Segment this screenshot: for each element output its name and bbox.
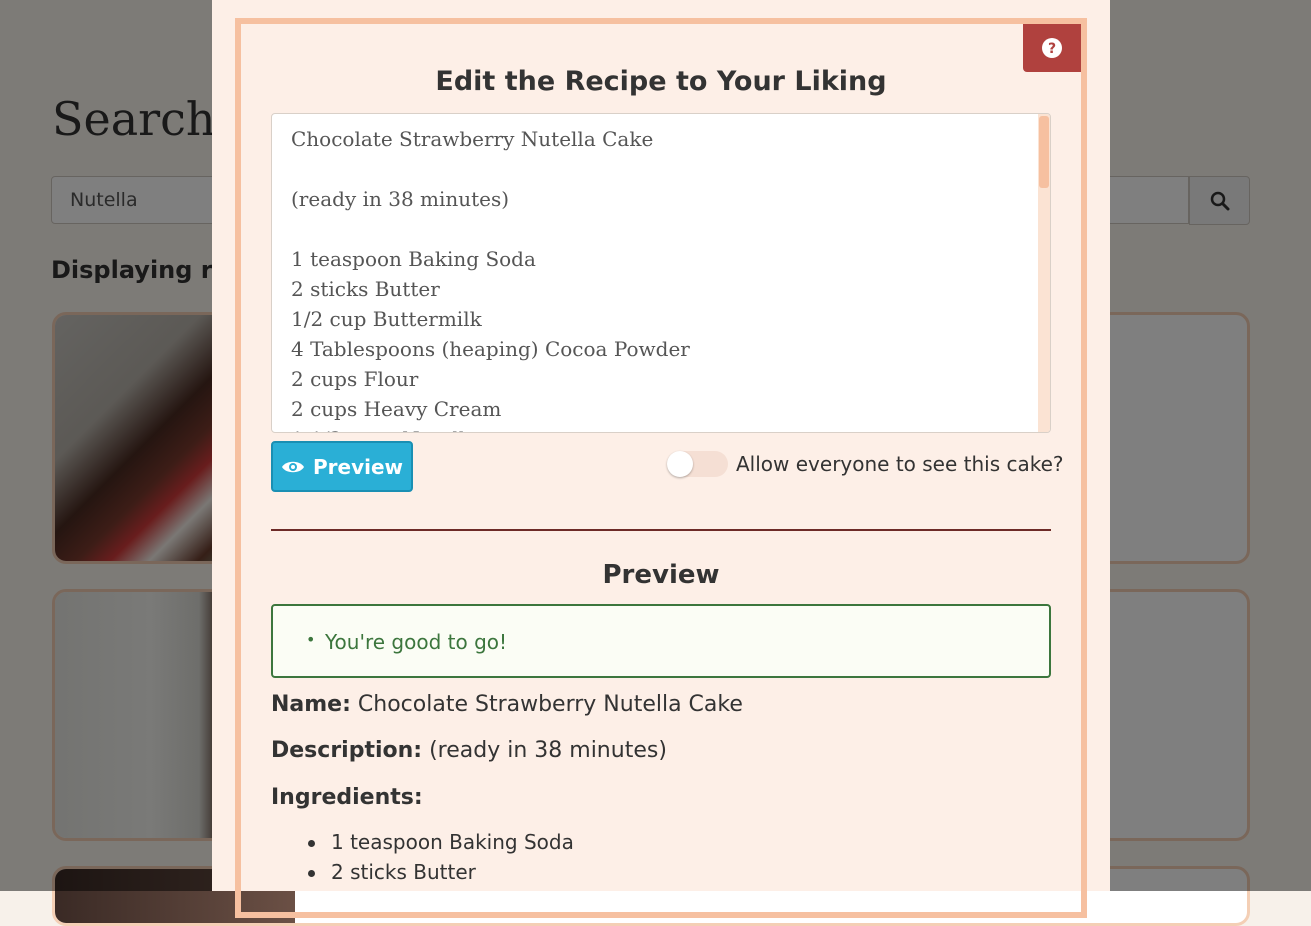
scrollbar-thumb[interactable]: [1039, 116, 1049, 188]
recipe-text-line: 1 teaspoon Baking Soda: [291, 247, 536, 271]
toggle-knob: [667, 451, 693, 477]
public-toggle-label: Allow everyone to see this cake?: [736, 452, 1064, 476]
description-label: Description:: [271, 738, 423, 763]
name-value: Chocolate Strawberry Nutella Cake: [357, 692, 743, 717]
recipe-text-line: 2 sticks Butter: [291, 277, 440, 301]
question-circle-icon: ?: [1042, 38, 1062, 58]
description-value: (ready in 38 minutes): [429, 738, 667, 763]
ingredient-bullet: [308, 840, 315, 847]
recipe-text-line: 2 cups Flour: [291, 367, 419, 391]
validation-alert: • You're good to go!: [271, 604, 1051, 678]
description-field: Description: (ready in 38 minutes): [271, 738, 667, 763]
modal-title: Edit the Recipe to Your Liking: [435, 66, 887, 97]
divider: [271, 529, 1051, 531]
preview-button-label: Preview: [312, 454, 404, 479]
alert-message: You're good to go!: [325, 630, 508, 654]
ingredients-label: Ingredients:: [271, 785, 423, 810]
recipe-text-line: 1/2 cup Buttermilk: [291, 307, 482, 331]
edit-recipe-modal: ? Edit the Recipe to Your Liking Chocola…: [212, 0, 1110, 918]
recipe-text-line: 1 1/2 cups Nutella: [291, 424, 690, 432]
name-field: Name: Chocolate Strawberry Nutella Cake: [271, 692, 743, 717]
eye-icon: [281, 461, 304, 472]
ingredient-item: 2 sticks Butter: [331, 860, 476, 884]
recipe-text-line: 2 cups Heavy Cream: [291, 397, 502, 421]
recipe-text: Chocolate Strawberry Nutella Cake (ready …: [291, 124, 690, 432]
ingredient-bullet: [308, 870, 315, 877]
ingredients-heading: Ingredients:: [271, 785, 423, 810]
public-toggle[interactable]: [667, 451, 728, 477]
help-button[interactable]: ?: [1023, 24, 1081, 72]
recipe-text-line: 4 Tablespoons (heaping) Cocoa Powder: [291, 337, 690, 361]
ingredient-item: 1 teaspoon Baking Soda: [331, 830, 574, 854]
recipe-text-line: Chocolate Strawberry Nutella Cake: [291, 127, 654, 151]
recipe-text-line: (ready in 38 minutes): [291, 187, 510, 211]
recipe-textarea[interactable]: Chocolate Strawberry Nutella Cake (ready …: [271, 113, 1051, 433]
scrollbar[interactable]: [1038, 114, 1050, 432]
recipe-text-line: [291, 214, 690, 244]
recipe-text-line: [291, 154, 690, 184]
name-label: Name:: [271, 692, 351, 717]
preview-heading: Preview: [602, 560, 720, 590]
alert-bullet: •: [306, 630, 316, 649]
preview-button[interactable]: Preview: [271, 441, 413, 492]
svg-text:?: ?: [1048, 41, 1056, 57]
